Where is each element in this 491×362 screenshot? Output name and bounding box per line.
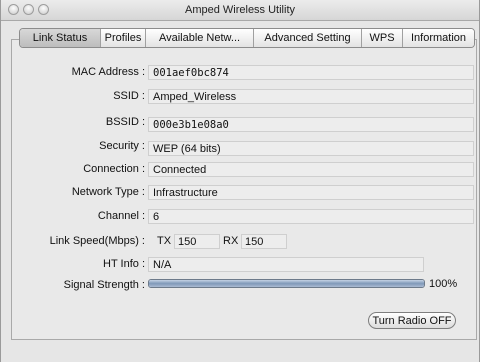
- turn-radio-off-button[interactable]: Turn Radio OFF: [368, 312, 456, 329]
- rx-label: RX: [223, 235, 239, 247]
- network-type-value: Infrastructure: [148, 185, 474, 200]
- signal-strength-bar: [148, 279, 425, 288]
- ssid-label: SSID :: [113, 90, 145, 102]
- mac-address-label: MAC Address :: [71, 66, 145, 78]
- tab-wps[interactable]: WPS: [362, 29, 403, 47]
- link-speed-label: Link Speed(Mbps) :: [49, 235, 145, 247]
- tab-link-status[interactable]: Link Status: [20, 29, 101, 47]
- network-type-label: Network Type :: [71, 186, 145, 198]
- app-window: Amped Wireless Utility Link Status Profi…: [0, 0, 480, 362]
- channel-label: Channel :: [97, 210, 145, 222]
- tx-label: TX: [157, 235, 172, 247]
- window-title: Amped Wireless Utility: [184, 4, 296, 16]
- rx-value: 150: [241, 234, 287, 249]
- signal-strength-fill: [149, 280, 424, 287]
- signal-strength-percent: 100%: [429, 278, 458, 290]
- ssid-value: Amped_Wireless: [148, 89, 474, 104]
- tab-advanced-setting[interactable]: Advanced Setting: [254, 29, 362, 47]
- bssid-label: BSSID :: [105, 116, 145, 128]
- tab-available-networks[interactable]: Available Netw...: [146, 29, 254, 47]
- tab-bar: Link Status Profiles Available Netw... A…: [19, 28, 475, 48]
- security-value: WEP (64 bits): [148, 141, 474, 156]
- ht-info-value: N/A: [148, 257, 424, 272]
- tx-value: 150: [174, 234, 220, 249]
- signal-strength-label: Signal Strength :: [63, 279, 145, 291]
- channel-value: 6: [148, 209, 474, 224]
- security-label: Security :: [99, 140, 145, 152]
- tab-profiles[interactable]: Profiles: [101, 29, 146, 47]
- title-bar: Amped Wireless Utility: [1, 0, 479, 21]
- connection-value: Connected: [148, 162, 474, 177]
- connection-label: Connection :: [83, 163, 145, 175]
- bssid-value: 000e3b1e08a0: [148, 117, 474, 132]
- tab-information[interactable]: Information: [403, 29, 474, 47]
- ht-info-label: HT Info :: [103, 258, 145, 270]
- mac-address-value: 001aef0bc874: [148, 65, 474, 80]
